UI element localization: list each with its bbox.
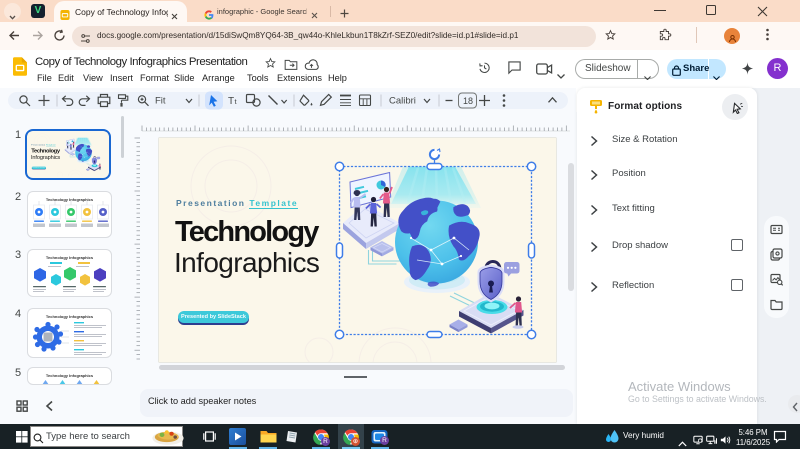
- svg-text:Calibri: Calibri: [389, 96, 416, 107]
- svg-text:18: 18: [463, 96, 473, 106]
- svg-text:t: t: [235, 97, 238, 106]
- svg-text:T: T: [228, 96, 234, 107]
- svg-text:Fit: Fit: [155, 96, 166, 107]
- svg-text:Technology Infographics: Technology Infographics: [46, 373, 94, 378]
- svg-text:Technology Infographics: Technology Infographics: [46, 255, 94, 260]
- svg-text:Technology Infographics: Technology Infographics: [46, 314, 94, 319]
